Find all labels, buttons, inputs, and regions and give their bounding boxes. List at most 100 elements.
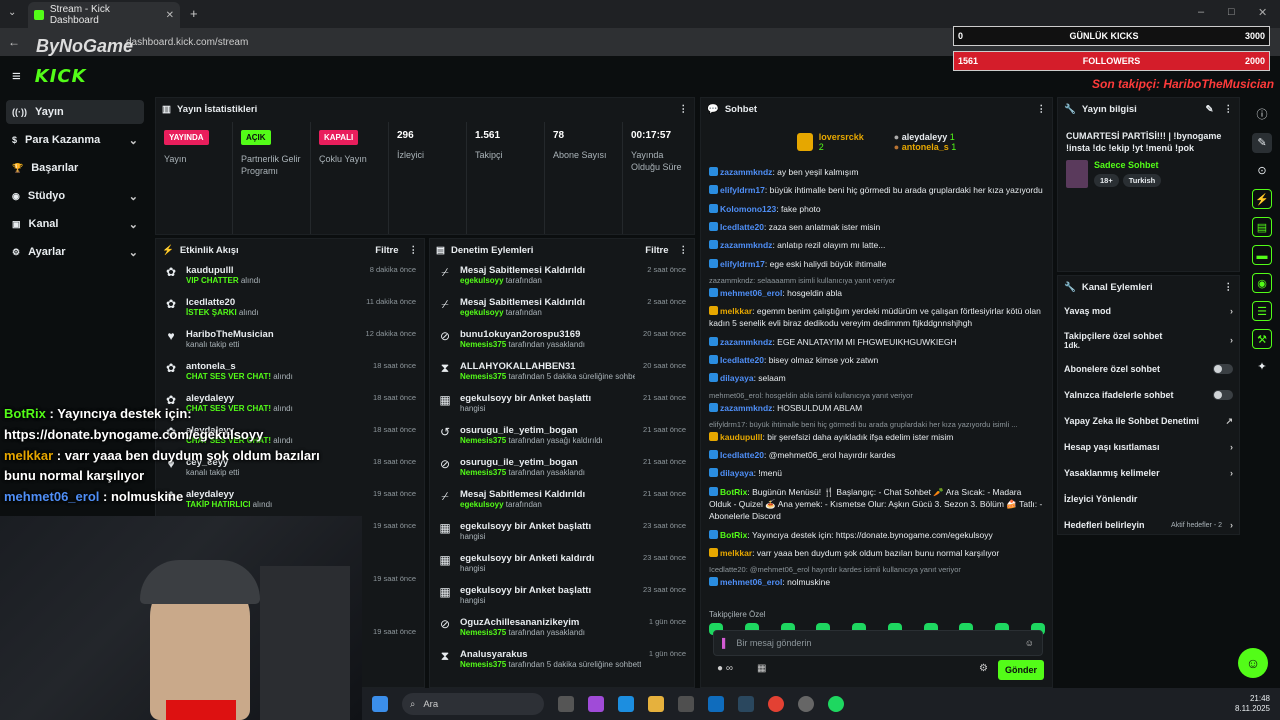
chat-username[interactable]: BotRix [720, 530, 747, 540]
window-close-icon[interactable]: ✕ [1258, 6, 1267, 19]
windows-start-icon[interactable] [372, 696, 388, 712]
channel-action-item[interactable]: Yapay Zeka ile Sohbet Denetimi ↗ [1058, 408, 1239, 434]
system-clock[interactable]: 21:48 8.11.2025 [1235, 694, 1270, 715]
moderation-by[interactable]: Nemesis375 [460, 660, 506, 669]
sidebar-item-1[interactable]: $ Para Kazanma ⌄ [6, 128, 144, 152]
chat-username[interactable]: elifyldrm17 [720, 259, 765, 269]
channel-action-item[interactable]: Abonelere özel sohbet [1058, 356, 1239, 382]
stream-info-more-icon[interactable]: ⋮ [1224, 104, 1234, 115]
chrome-icon[interactable] [768, 696, 784, 712]
channel-action-item[interactable]: Takipçilere özel sohbet 1dk. › [1058, 324, 1239, 356]
moderation-by[interactable]: Nemesis375 [460, 468, 506, 477]
chat-username[interactable]: melkkar [720, 306, 752, 316]
sidebar-item-3[interactable]: ◉ Stüdyo ⌄ [6, 184, 144, 208]
activity-more-icon[interactable]: ⋮ [409, 245, 419, 256]
moderation-by[interactable]: Nemesis375 [460, 372, 506, 381]
chat-username[interactable]: Kolomono123 [720, 204, 776, 214]
channel-action-item[interactable]: Yalnızca ifadelerle sohbet [1058, 382, 1239, 408]
moderation-by[interactable]: Nemesis375 [460, 340, 506, 349]
chat-username[interactable]: elifyldrm17 [720, 185, 765, 195]
chat-username[interactable]: Icedlatte20 [720, 355, 764, 365]
chat-username[interactable]: Icedlatte20 [720, 450, 764, 460]
chat-settings-icon[interactable]: ⚙ [979, 663, 988, 674]
chat-users-icon[interactable]: ● ∞ [717, 663, 733, 674]
channel-action-item[interactable]: Yavaş mod › [1058, 298, 1239, 324]
chat-username[interactable]: dilayaya [720, 373, 754, 383]
chat-rail-icon[interactable]: ▬ [1252, 245, 1272, 265]
menu-hamburger-icon[interactable]: ≡ [12, 68, 21, 85]
sidebar-item-0[interactable]: ((·)) Yayın [6, 100, 144, 124]
browser-tab[interactable]: Stream - Kick Dashboard ✕ [28, 2, 180, 28]
support-chat-icon[interactable]: ☺ [1238, 648, 1268, 678]
toggle-switch[interactable] [1213, 390, 1233, 400]
activity-user[interactable]: Icedlatte20 [186, 297, 258, 308]
channel-action-item[interactable]: Hedefleri belirleyin Aktif hedefler - 2 › [1058, 512, 1239, 538]
chat-username[interactable]: zazammkndz [720, 167, 772, 177]
chat-store-icon[interactable]: ▦ [757, 663, 766, 674]
channel-actions-more-icon[interactable]: ⋮ [1224, 282, 1234, 293]
moderation-by[interactable]: egekulsoyy [460, 308, 504, 317]
chat-username[interactable]: melkkar [720, 548, 752, 558]
chat-more-icon[interactable]: ⋮ [1037, 104, 1047, 115]
taskbar-search[interactable]: ⌕ Ara [402, 693, 544, 715]
sidebar-item-5[interactable]: ⚙ Ayarlar ⌄ [6, 240, 144, 264]
activity-filter-button[interactable]: Filtre [375, 245, 398, 256]
edit-rail-icon[interactable]: ✎ [1252, 133, 1272, 153]
send-button[interactable]: Gönder [998, 660, 1044, 680]
moderation-by[interactable]: Nemesis375 [460, 436, 506, 445]
activity-user[interactable]: kaudupulll [186, 265, 260, 276]
activity-user[interactable]: HariboTheMusician [186, 329, 274, 340]
chat-username[interactable]: Icedlatte20 [720, 222, 764, 232]
file-explorer-icon[interactable] [648, 696, 664, 712]
info-icon[interactable]: ⓘ [1252, 105, 1272, 125]
stats-more-icon[interactable]: ⋮ [679, 104, 689, 115]
activity-user[interactable]: antonela_s [186, 361, 293, 372]
emoji-icon[interactable]: ☺ [1025, 638, 1034, 648]
category-name[interactable]: Sadece Sohbet [1094, 160, 1161, 170]
obs-icon[interactable] [798, 696, 814, 712]
chat-username[interactable]: mehmet06_erol [720, 577, 782, 587]
back-arrow-icon[interactable]: ← [8, 35, 20, 49]
moderation-filter-button[interactable]: Filtre [645, 245, 668, 256]
bolt-rail-icon[interactable]: ⚡ [1252, 189, 1272, 209]
moderation-more-icon[interactable]: ⋮ [679, 245, 689, 256]
activity-user[interactable]: aleydaleyy [186, 393, 293, 404]
chat-username[interactable]: zazammkndz [720, 403, 772, 413]
chat-input[interactable]: ▌ Bir mesaj gönderin ☺ [713, 630, 1043, 656]
channel-action-item[interactable]: Yasaklanmış kelimeler › [1058, 460, 1239, 486]
chat-username[interactable]: kaudupulll [720, 432, 763, 442]
kick-logo[interactable]: KICK [35, 66, 87, 87]
outlook-icon[interactable] [708, 696, 724, 712]
edit-icon[interactable]: ✎ [1206, 104, 1214, 115]
broadcast-rail-icon[interactable]: ◉ [1252, 273, 1272, 293]
edge-icon[interactable] [618, 696, 634, 712]
channel-action-item[interactable]: Hesap yaşı kısıtlaması › [1058, 434, 1239, 460]
chat-username[interactable]: zazammkndz [720, 240, 772, 250]
focus-icon[interactable]: ⊙ [1252, 161, 1272, 181]
task-view-icon[interactable] [558, 696, 574, 712]
tab-menu-chevron-icon[interactable]: ⌄ [8, 7, 16, 18]
store-icon[interactable] [678, 696, 694, 712]
gift-rail-icon[interactable]: ✦ [1252, 357, 1272, 377]
moderation-by[interactable]: egekulsoyy [460, 500, 504, 509]
sidebar-item-2[interactable]: 🏆 Başarılar [6, 156, 144, 180]
chat-username[interactable]: dilayaya [720, 468, 754, 478]
spotify-icon[interactable] [828, 696, 844, 712]
channel-action-item[interactable]: İzleyici Yönlendir [1058, 486, 1239, 512]
tab-close-icon[interactable]: ✕ [166, 10, 174, 21]
copilot-icon[interactable] [588, 696, 604, 712]
moderation-by[interactable]: egekulsoyy [460, 276, 504, 285]
notes-rail-icon[interactable]: ▤ [1252, 217, 1272, 237]
toggle-switch[interactable] [1213, 364, 1233, 374]
sidebar-item-4[interactable]: ▣ Kanal ⌄ [6, 212, 144, 236]
list-rail-icon[interactable]: ☰ [1252, 301, 1272, 321]
url-field[interactable]: dashboard.kick.com/stream [126, 37, 248, 48]
new-tab-icon[interactable]: + [190, 6, 198, 21]
chat-username[interactable]: mehmet06_erol [720, 288, 782, 298]
steam-icon[interactable] [738, 696, 754, 712]
mic-icon[interactable]: ▌ [722, 638, 728, 648]
maximize-icon[interactable]: □ [1228, 6, 1235, 18]
wrench-rail-icon[interactable]: ⚒ [1252, 329, 1272, 349]
moderation-by[interactable]: Nemesis375 [460, 628, 506, 637]
minimize-icon[interactable]: – [1198, 6, 1204, 18]
